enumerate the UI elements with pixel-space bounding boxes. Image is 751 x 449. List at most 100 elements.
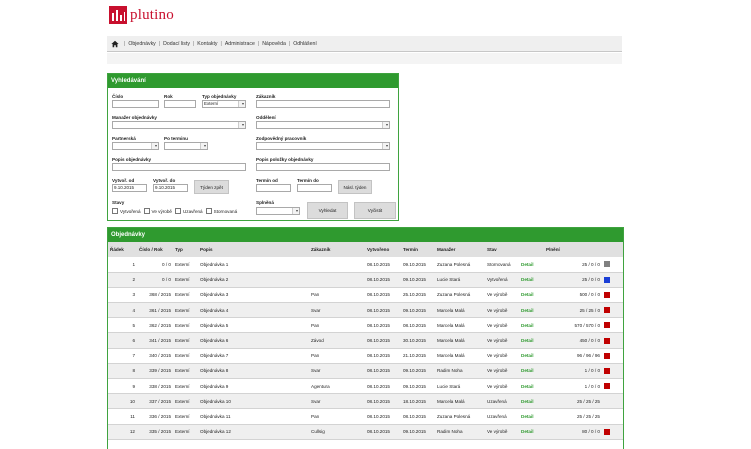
vycistit-button[interactable]: Vyčistit — [354, 202, 396, 219]
subnav-bar — [107, 53, 622, 64]
detail-link[interactable]: Detail — [519, 409, 544, 424]
cell-cislo: 368 / 2015 — [149, 292, 171, 298]
detail-link[interactable]: Detail — [519, 333, 544, 348]
po-terminu-select[interactable]: ▾ — [164, 142, 208, 150]
tyden-zpet-button[interactable]: Týden zpět — [194, 180, 229, 194]
cell-radek: 1 — [132, 261, 135, 267]
cell-manazer: Lucie Stará — [437, 277, 461, 283]
col-header-manazer[interactable]: Manažer — [435, 242, 485, 257]
col-header-popis[interactable]: Popis — [198, 242, 309, 257]
col-header-plneni[interactable]: Plnění — [544, 242, 602, 257]
nav-item-napoveda[interactable]: Nápověda — [262, 41, 286, 47]
partnerska-select[interactable]: ▾ — [112, 142, 159, 150]
cell-popis: Objednávka 8 — [200, 368, 229, 374]
cell-radek: 8 — [132, 368, 135, 374]
cell-radek: 11 — [130, 413, 135, 419]
cell-vytvoreno: 08.10.2015 — [367, 429, 390, 435]
cell-status-color — [602, 333, 623, 348]
cell-manazer: Zuzana Polesná — [437, 292, 471, 298]
nav-item-kontakty[interactable]: Kontakty — [197, 41, 217, 47]
detail-link[interactable]: Detail — [519, 348, 544, 363]
detail-link[interactable]: Detail — [519, 363, 544, 378]
cell-plneni: 96 / 96 / 96 — [577, 353, 600, 359]
cell-manazer: Zuzana Polesná — [437, 413, 471, 419]
cell-cislo: 362 / 2015 — [149, 322, 171, 328]
col-header-vytvoreno[interactable]: Vytvořeno — [365, 242, 401, 257]
rok-input[interactable] — [164, 100, 196, 108]
vytvor-od-input[interactable]: 9.10.2015 — [112, 184, 147, 192]
cell-stav: Ve výrobě — [487, 292, 508, 298]
cell-radek: 4 — [132, 307, 135, 313]
cell-manazer: Marcela Malá — [437, 398, 465, 404]
label-popis: Popis objednávky — [112, 157, 152, 162]
zodpovedny-select[interactable]: ▾ — [256, 142, 390, 150]
home-icon[interactable] — [111, 40, 119, 48]
orders-table: Řádek Číslo / Rok Typ Popis Zákazník Vyt… — [108, 242, 623, 440]
detail-link[interactable]: Detail — [519, 318, 544, 333]
vyhledat-button[interactable]: Vyhledat — [307, 202, 348, 219]
detail-link[interactable]: Detail — [519, 394, 544, 409]
cell-vytvoreno: 08.10.2015 — [367, 261, 390, 267]
zakaznik-input[interactable] — [256, 100, 390, 108]
table-row: 8 339 / 2015 Externí Objednávka 8 Svar 0… — [108, 363, 623, 379]
typ-select[interactable]: Externí ▾ — [202, 100, 246, 108]
col-header-zakaznik[interactable]: Zákazník — [309, 242, 365, 257]
cell-vytvoreno: 08.10.2015 — [367, 292, 390, 298]
label-stavy: Stavy — [112, 200, 125, 205]
table-row: 2 0 / 0 Externí Objednávka 2 08.10.2015 … — [108, 272, 623, 288]
vytvor-do-input[interactable]: 9.10.2015 — [153, 184, 188, 192]
label-oddeleni: Oddělení — [256, 115, 276, 120]
nav-item-odhlaseni[interactable]: Odhlášení — [293, 41, 317, 47]
cislo-input[interactable] — [112, 100, 159, 108]
cell-cislo: 0 / 0 — [162, 277, 171, 283]
manazer-select[interactable]: ▾ — [112, 121, 246, 129]
status-color-square — [604, 261, 610, 268]
detail-link[interactable]: Detail — [519, 424, 544, 439]
detail-link[interactable]: Detail — [519, 379, 544, 394]
termin-od-input[interactable] — [256, 184, 291, 192]
app-logo[interactable]: plutino — [109, 6, 174, 24]
cell-stav: Ve výrobě — [487, 429, 508, 435]
cell-status-color — [602, 303, 623, 318]
cell-radek: 7 — [132, 353, 135, 359]
detail-link[interactable]: Detail — [519, 303, 544, 318]
col-header-typ[interactable]: Typ — [173, 242, 198, 257]
popis-input[interactable] — [112, 163, 246, 171]
col-header-radek[interactable]: Řádek — [108, 242, 137, 257]
nav-item-dodaci-listy[interactable]: Dodací listy — [163, 41, 190, 47]
state-checkbox-stornovana[interactable] — [205, 208, 212, 214]
cell-zakaznik: Pan — [311, 322, 320, 328]
state-checkbox-vytvorena[interactable] — [112, 208, 118, 214]
col-header-cislo[interactable]: Číslo / Rok — [137, 242, 173, 257]
popis-polozky-input[interactable] — [256, 163, 390, 171]
col-header-termin[interactable]: Termín — [401, 242, 435, 257]
detail-link[interactable]: Detail — [519, 287, 544, 302]
orders-panel-title: Objednávky — [108, 228, 623, 242]
detail-link[interactable]: Detail — [519, 272, 544, 287]
cell-manazer: Marcela Malá — [437, 353, 465, 359]
cell-termin: 21.10.2015 — [403, 353, 426, 359]
status-color-square — [604, 307, 610, 314]
termin-do-input[interactable] — [297, 184, 332, 192]
state-checkbox-uzavrena[interactable] — [174, 208, 181, 214]
splnena-select[interactable]: ▾ — [256, 207, 300, 215]
table-row: 1 0 / 0 Externí Objednávka 1 08.10.2015 … — [108, 257, 623, 273]
nasl-tyden-button[interactable]: Násl. týden — [338, 180, 372, 194]
detail-link[interactable]: Detail — [519, 257, 544, 272]
cell-typ: Externí — [175, 413, 190, 419]
cell-vytvoreno: 08.10.2015 — [367, 383, 390, 389]
cell-termin: 18.10.2015 — [403, 398, 426, 404]
nav-item-objednavky[interactable]: Objednávky — [128, 41, 155, 47]
cell-plneni: 450 / 0 / 0 — [579, 338, 600, 344]
oddeleni-select[interactable]: ▾ — [256, 121, 390, 129]
state-checkbox-ve-vyrobe[interactable] — [143, 208, 150, 214]
status-color-square — [604, 367, 610, 374]
col-header-stav[interactable]: Stav — [485, 242, 519, 257]
cell-cislo: 335 / 2015 — [149, 429, 171, 435]
cell-zakaznik — [309, 257, 365, 272]
table-row: 6 341 / 2015 Externí Objednávka 6 Závod … — [108, 332, 623, 349]
state-label-stornovana: Stornovaná — [213, 208, 238, 214]
cell-vytvoreno: 08.10.2015 — [367, 277, 390, 283]
cell-vytvoreno: 08.10.2015 — [367, 307, 390, 313]
nav-item-administrace[interactable]: Administrace — [225, 41, 255, 47]
